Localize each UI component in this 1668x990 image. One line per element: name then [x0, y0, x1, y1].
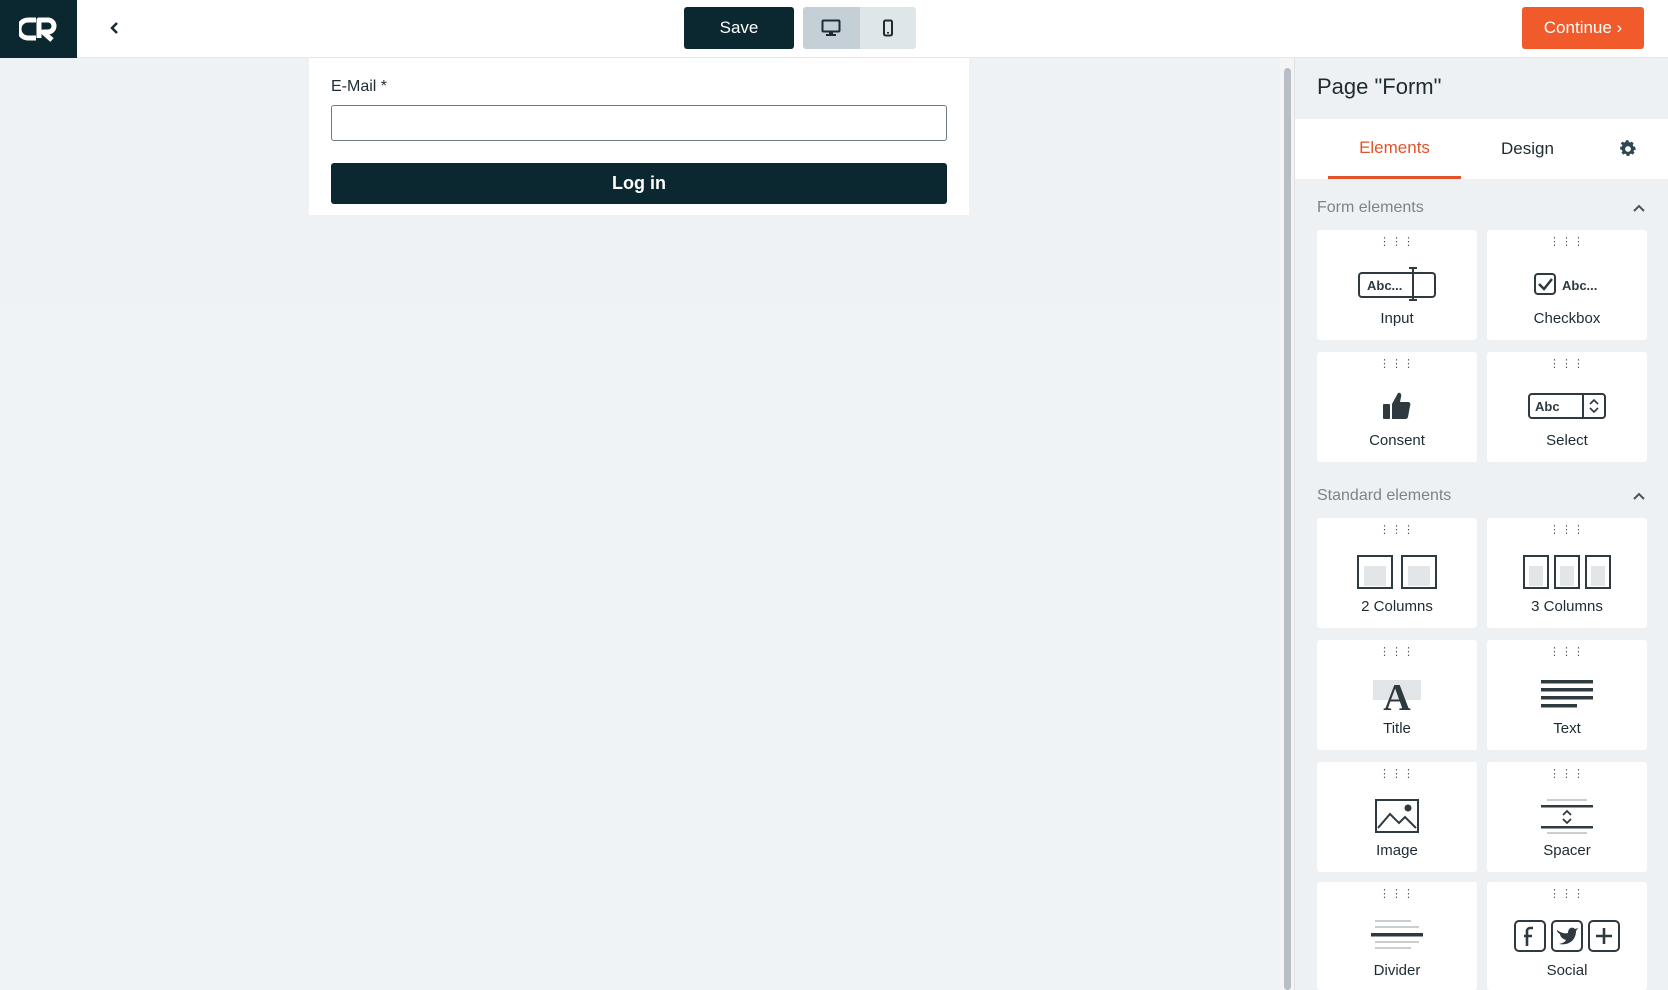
desktop-icon [821, 19, 841, 36]
element-tile-2-columns[interactable]: ⋮⋮⋮ 2 Columns [1317, 518, 1477, 628]
two-columns-icon [1317, 554, 1477, 590]
element-label-title: Title [1383, 720, 1411, 737]
social-icon [1487, 918, 1647, 954]
page-title: Page "Form" [1317, 74, 1442, 99]
form-elements-title: Form elements [1317, 199, 1424, 216]
continue-button[interactable]: Continue › [1522, 7, 1644, 49]
back-button[interactable] [100, 14, 128, 42]
tab-design[interactable]: Design [1461, 119, 1594, 179]
drag-handle-icon: ⋮⋮⋮ [1379, 768, 1415, 780]
brand-logo[interactable] [0, 0, 77, 58]
logo-icon [18, 17, 56, 42]
element-label-image: Image [1376, 842, 1418, 859]
element-tile-select[interactable]: ⋮⋮⋮ Abc Select [1487, 352, 1647, 462]
element-label-2-columns: 2 Columns [1361, 598, 1433, 615]
drag-handle-icon: ⋮⋮⋮ [1549, 646, 1585, 658]
element-tile-image[interactable]: ⋮⋮⋮ Image [1317, 762, 1477, 872]
image-icon [1317, 798, 1477, 834]
checkbox-icon: Abc... [1487, 266, 1647, 302]
save-button[interactable]: Save [684, 7, 794, 49]
elements-sidebar: Page "Form" Elements Design Form element… [1294, 58, 1668, 990]
select-icon: Abc [1487, 388, 1647, 424]
element-tile-social[interactable]: ⋮⋮⋮ Social [1487, 882, 1647, 990]
element-tile-checkbox[interactable]: ⋮⋮⋮ Abc... Checkbox [1487, 230, 1647, 340]
element-label-text: Text [1553, 720, 1581, 737]
login-button[interactable]: Log in [331, 163, 947, 204]
chevron-left-icon [110, 22, 118, 34]
svg-text:Abc...: Abc... [1562, 278, 1597, 293]
text-icon [1487, 676, 1647, 712]
drag-handle-icon: ⋮⋮⋮ [1549, 888, 1585, 900]
gear-icon [1620, 140, 1636, 156]
sidebar-tabs: Elements Design [1295, 119, 1668, 179]
element-label-checkbox: Checkbox [1533, 310, 1601, 327]
element-tile-text[interactable]: ⋮⋮⋮ Text [1487, 640, 1647, 750]
canvas-scrollbar-thumb[interactable] [1284, 68, 1291, 990]
element-label-social: Social [1546, 962, 1588, 979]
svg-text:Abc...: Abc... [1367, 278, 1402, 293]
drag-handle-icon: ⋮⋮⋮ [1379, 888, 1415, 900]
drag-handle-icon: ⋮⋮⋮ [1549, 768, 1585, 780]
drag-handle-icon: ⋮⋮⋮ [1549, 358, 1585, 370]
drag-handle-icon: ⋮⋮⋮ [1549, 236, 1585, 248]
input-icon: Abc... [1317, 266, 1477, 302]
spacer-icon [1487, 798, 1647, 834]
svg-text:Abc: Abc [1535, 399, 1560, 414]
thumbs-up-icon [1317, 388, 1477, 424]
mobile-view-button[interactable] [859, 7, 916, 49]
element-tile-divider[interactable]: ⋮⋮⋮ Divider [1317, 882, 1477, 990]
drag-handle-icon: ⋮⋮⋮ [1549, 524, 1585, 536]
tab-elements[interactable]: Elements [1328, 119, 1461, 179]
drag-handle-icon: ⋮⋮⋮ [1379, 358, 1415, 370]
element-tile-title[interactable]: ⋮⋮⋮ A Title [1317, 640, 1477, 750]
standard-elements-title: Standard elements [1317, 487, 1452, 504]
element-label-3-columns: 3 Columns [1531, 598, 1603, 615]
element-label-divider: Divider [1373, 962, 1421, 979]
element-label-consent: Consent [1369, 432, 1425, 449]
element-tile-spacer[interactable]: ⋮⋮⋮ Spacer [1487, 762, 1647, 872]
chevron-up-icon[interactable] [1631, 200, 1647, 216]
drag-handle-icon: ⋮⋮⋮ [1379, 646, 1415, 658]
form-card[interactable]: E-Mail * Log in [309, 58, 969, 215]
element-label-spacer: Spacer [1543, 842, 1591, 859]
desktop-view-button[interactable] [803, 7, 860, 49]
chevron-up-icon[interactable] [1631, 488, 1647, 504]
email-input[interactable] [331, 105, 947, 141]
element-label-input: Input [1380, 310, 1414, 327]
sidebar-header: Page "Form" [1295, 58, 1668, 119]
form-elements-header[interactable]: Form elements [1317, 196, 1647, 220]
standard-elements-header[interactable]: Standard elements [1317, 484, 1647, 508]
element-tile-input[interactable]: ⋮⋮⋮ Abc... Input [1317, 230, 1477, 340]
title-icon: A [1317, 676, 1477, 712]
settings-button[interactable] [1603, 119, 1653, 179]
drag-handle-icon: ⋮⋮⋮ [1379, 236, 1415, 248]
drag-handle-icon: ⋮⋮⋮ [1379, 524, 1415, 536]
three-columns-icon [1487, 554, 1647, 590]
email-label: E-Mail * [331, 78, 388, 95]
top-bar: Save Continue › [0, 0, 1668, 58]
element-tile-3-columns[interactable]: ⋮⋮⋮ 3 Columns [1487, 518, 1647, 628]
svg-text:A: A [1383, 677, 1411, 712]
editor-canvas [0, 302, 1280, 990]
element-label-select: Select [1546, 432, 1588, 449]
element-tile-consent[interactable]: ⋮⋮⋮ Consent [1317, 352, 1477, 462]
device-toggle [803, 7, 916, 49]
mobile-icon [882, 19, 893, 37]
divider-icon [1317, 918, 1477, 954]
